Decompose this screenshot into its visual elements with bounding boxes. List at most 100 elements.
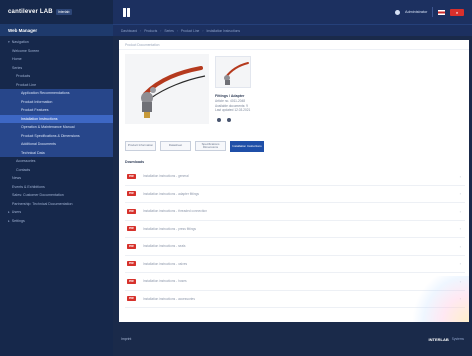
pause-icon[interactable] — [123, 7, 130, 17]
document-row[interactable]: PDF Installation instructions - general › — [125, 168, 465, 186]
tab-button[interactable]: Datasheet — [160, 141, 191, 151]
sidebar-item-label: Installation Instructions — [21, 116, 58, 121]
document-title[interactable]: Installation instructions - general — [143, 174, 189, 178]
breadcrumb-link[interactable]: Product Line — [181, 29, 200, 33]
document-row[interactable]: PDF Installation instructions - threaded … — [125, 203, 465, 221]
breadcrumb-separator: › — [202, 28, 204, 33]
sidebar-item[interactable]: Events & Exhibitions — [0, 183, 113, 192]
product-meta-1: Article no. 4011-2048 — [215, 98, 246, 103]
sidebar-title: Web Manager — [0, 24, 113, 36]
document-title[interactable]: Installation instructions - threaded con… — [143, 209, 207, 213]
logo-badge: Interlab — [55, 9, 72, 15]
sidebar-item[interactable]: Product Specifications & Dimensions — [0, 131, 113, 140]
sidebar-item[interactable]: Series — [0, 64, 113, 73]
breadcrumb-link[interactable]: Dashboard — [121, 29, 137, 33]
product-info: Fittings / Adapter Article no. 4011-2048… — [215, 94, 250, 113]
section-title: Downloads — [125, 160, 145, 164]
sidebar-item[interactable]: Contacts — [0, 166, 113, 175]
sidebar-item-label: Contacts — [16, 167, 31, 172]
sidebar-item[interactable]: Operation & Maintenance Manual — [0, 123, 113, 132]
sidebar: cantilever LAB Interlab Web Manager ▾ Nav… — [0, 0, 113, 356]
breadcrumb-link[interactable]: Series — [164, 29, 173, 33]
sidebar-item-label: Navigation — [11, 40, 29, 45]
sidebar-item-label: Accessories — [16, 159, 36, 164]
sidebar-item[interactable]: Products — [0, 72, 113, 81]
top-right-controls: Administrator × — [395, 7, 464, 17]
logo[interactable]: cantilever LAB Interlab — [0, 0, 113, 24]
sidebar-item[interactable]: Product Features — [0, 106, 113, 115]
sidebar-item[interactable]: Accessories — [0, 157, 113, 166]
breadcrumb-separator: › — [160, 28, 162, 33]
tab-button[interactable]: Specifications Dimensions — [195, 141, 226, 151]
divider — [432, 7, 433, 17]
top-bar: Administrator × — [113, 0, 472, 24]
pdf-icon: PDF — [127, 208, 136, 214]
sidebar-item-label: Welcome Screen — [12, 48, 40, 53]
product-image[interactable] — [125, 54, 209, 124]
breadcrumb-link[interactable]: Installation Instructions — [206, 29, 240, 33]
sidebar-item[interactable]: Installation Instructions — [0, 114, 113, 123]
chevron-right-icon[interactable]: › — [460, 244, 461, 249]
sidebar-item[interactable]: ▸ Settings — [0, 217, 113, 226]
document-title[interactable]: Installation instructions - seals — [143, 244, 186, 248]
breadcrumb-link[interactable]: Products — [144, 29, 157, 33]
document-title[interactable]: Installation instructions - press fittin… — [143, 227, 196, 231]
sidebar-item-label: Home — [12, 57, 22, 62]
sidebar-item-label: Operation & Maintenance Manual — [21, 125, 75, 130]
language-flag-icon[interactable] — [438, 9, 445, 15]
footer-link[interactable]: Imprint — [121, 337, 131, 341]
sidebar-item[interactable]: News — [0, 174, 113, 183]
pdf-icon: PDF — [127, 261, 136, 267]
document-title[interactable]: Installation instructions - adapter fitt… — [143, 192, 199, 196]
sidebar-item-label: Users — [11, 210, 22, 215]
chevron-right-icon[interactable]: › — [460, 226, 461, 231]
document-row[interactable]: PDF Installation instructions - valves › — [125, 256, 465, 273]
chevron-right-icon[interactable]: › — [460, 174, 461, 179]
document-title[interactable]: Installation instructions - accessories — [143, 297, 195, 301]
sidebar-item[interactable]: Application Recommendations — [0, 89, 113, 98]
sidebar-item-label: Application Recommendations — [21, 91, 70, 96]
sidebar-item-label: Events & Exhibitions — [12, 184, 45, 189]
download-icon[interactable] — [227, 118, 231, 122]
sidebar-item[interactable]: Product Line — [0, 81, 113, 90]
document-tabs: Product Information Datasheet Specificatio… — [125, 141, 264, 152]
chevron-icon: ▸ — [8, 210, 10, 215]
sidebar-item-label: Settings — [11, 218, 25, 223]
pdf-icon: PDF — [127, 226, 136, 232]
sidebar-item-label: Product Line — [16, 82, 37, 87]
user-icon[interactable] — [395, 9, 401, 15]
breadcrumb-separator: › — [140, 28, 142, 33]
document-row[interactable]: PDF Installation instructions - press fit… — [125, 221, 465, 238]
logout-button[interactable]: × — [450, 8, 464, 16]
share-icon[interactable] — [217, 118, 221, 122]
product-actions — [217, 118, 231, 122]
content-card: Product Documentation Fittings / Adapter… — [119, 40, 469, 322]
sidebar-item[interactable]: Product Information — [0, 97, 113, 106]
tab-button[interactable]: Product Information — [125, 141, 156, 151]
sidebar-item[interactable]: Additional Documents — [0, 140, 113, 149]
document-title[interactable]: Installation instructions - valves — [143, 262, 187, 266]
product-meta-3: Last updated 12.03.2021 — [215, 108, 251, 113]
card-header: Product Documentation — [119, 40, 469, 50]
active-tab-button[interactable]: Installation Instructions — [230, 141, 264, 152]
document-title[interactable]: Installation instructions - hoses — [143, 279, 187, 283]
footer-brand: INTERLAB Systems — [429, 337, 464, 342]
document-row[interactable]: PDF Installation instructions - seals › — [125, 238, 465, 256]
sidebar-item[interactable]: Technical Data — [0, 148, 113, 157]
sidebar-item[interactable]: ▾ Navigation — [0, 38, 113, 47]
sidebar-item[interactable]: Welcome Screen — [0, 47, 113, 56]
chevron-right-icon[interactable]: › — [460, 191, 461, 196]
sidebar-item[interactable]: Partnership: Technical Documentation — [0, 200, 113, 209]
sidebar-item-label: Technical Data — [21, 150, 45, 155]
chevron-icon: ▸ — [8, 218, 10, 223]
sidebar-item[interactable]: Home — [0, 55, 113, 64]
chevron-right-icon[interactable]: › — [460, 261, 461, 266]
logo-text: cantilever LAB — [8, 9, 53, 15]
sidebar-item[interactable]: ▸ Users — [0, 208, 113, 217]
sidebar-nav: ▾ Navigation Welcome Screen Home Series Produ… — [0, 36, 113, 225]
sidebar-item[interactable]: Sales: Customer Documentation — [0, 191, 113, 200]
user-name[interactable]: Administrator — [405, 10, 427, 14]
document-row[interactable]: PDF Installation instructions - adapter f… — [125, 186, 465, 203]
chevron-right-icon[interactable]: › — [460, 209, 461, 214]
product-thumbnail[interactable] — [215, 56, 251, 88]
